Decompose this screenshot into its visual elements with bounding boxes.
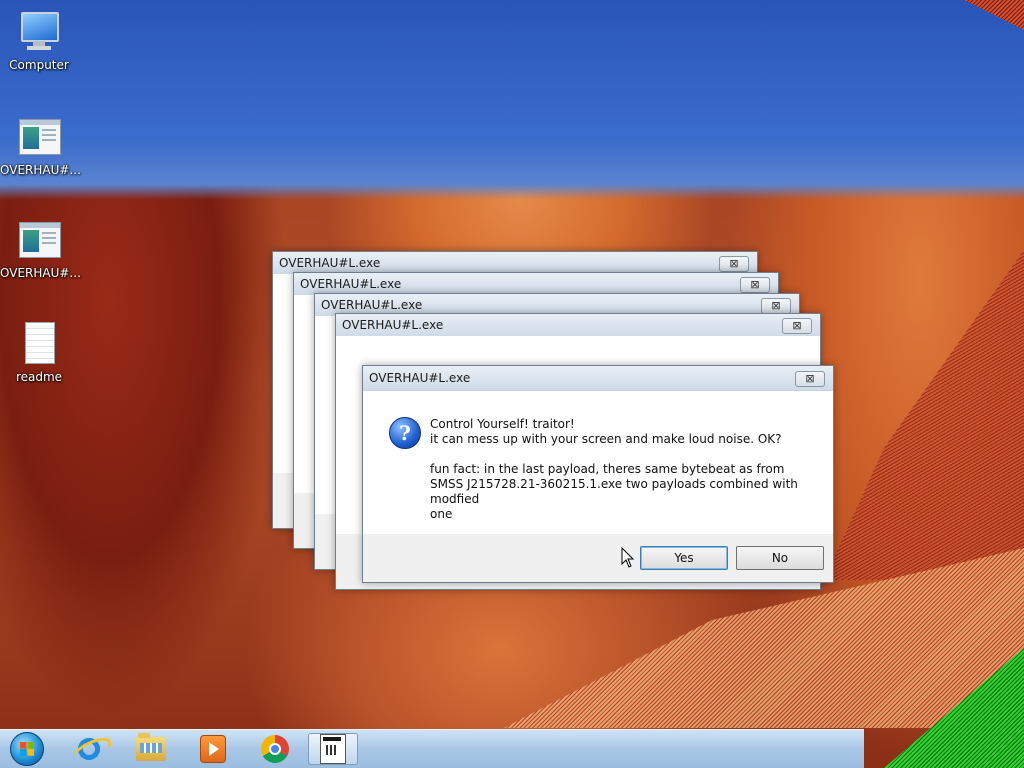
- message-dialog[interactable]: OVERHAU#L.exe ⊠ ? Control Yourself! trai…: [362, 365, 834, 583]
- program-window-icon: [17, 218, 61, 262]
- window-title: OVERHAU#L.exe: [300, 277, 402, 291]
- desktop-icon-label: OVERHAU#...: [0, 163, 81, 177]
- window-titlebar[interactable]: OVERHAU#L.exe ⊠: [336, 314, 820, 336]
- windows-orb-icon: [10, 732, 44, 766]
- message-line: Control Yourself! traitor!: [430, 417, 575, 431]
- glitch-stripes-top: [964, 0, 1024, 30]
- dialog-button-area: Yes No: [363, 534, 833, 578]
- dialog-title: OVERHAU#L.exe: [369, 371, 471, 385]
- window-titlebar[interactable]: OVERHAU#L.exe ⊠: [294, 273, 778, 295]
- taskbar-media-player[interactable]: [188, 733, 238, 765]
- program-window-icon: [17, 115, 61, 159]
- desktop-icon-label: readme: [15, 370, 63, 384]
- desktop-icon-readme[interactable]: readme: [0, 322, 78, 384]
- window-title: OVERHAU#L.exe: [279, 256, 381, 270]
- text-document-icon: [17, 322, 61, 366]
- media-player-icon: [200, 735, 226, 763]
- message-line: it can mess up with your screen and make…: [430, 432, 782, 446]
- no-button[interactable]: No: [736, 546, 824, 570]
- folder-icon: [136, 733, 166, 761]
- yes-button[interactable]: Yes: [640, 546, 728, 570]
- desktop-icon-overhaul-2[interactable]: OVERHAU#...: [0, 218, 81, 280]
- glitch-stripes-right: [824, 250, 1024, 580]
- desktop-icon-label: OVERHAU#...: [0, 266, 81, 280]
- taskbar-internet-explorer[interactable]: [64, 733, 114, 765]
- close-button[interactable]: ⊠: [761, 298, 791, 314]
- desktop-icon-overhaul-1[interactable]: OVERHAU#...: [0, 115, 81, 177]
- computer-icon: [17, 10, 61, 54]
- dialog-message: Control Yourself! traitor! it can mess u…: [430, 417, 813, 522]
- mouse-cursor-icon: [621, 547, 635, 568]
- question-icon: ?: [389, 417, 421, 449]
- fun-fact-line: fun fact: in the last payload, theres sa…: [430, 462, 785, 476]
- taskbar-file-explorer[interactable]: [126, 733, 176, 765]
- close-button[interactable]: ⊠: [795, 371, 825, 387]
- taskbar-overhaul-app[interactable]: [308, 733, 358, 765]
- dialog-titlebar[interactable]: OVERHAU#L.exe ⊠: [363, 366, 833, 390]
- application-icon: [320, 734, 346, 764]
- desktop-icon-computer[interactable]: Computer: [0, 10, 78, 72]
- close-button[interactable]: ⊠: [782, 318, 812, 334]
- internet-explorer-icon: [75, 735, 103, 763]
- start-button[interactable]: [2, 732, 52, 766]
- close-button[interactable]: ⊠: [740, 277, 770, 293]
- fun-fact-line: SMSS J215728.21-360215.1.exe two payload…: [430, 477, 798, 506]
- window-title: OVERHAU#L.exe: [321, 298, 423, 312]
- chrome-icon: [261, 735, 289, 763]
- fun-fact-line: one: [430, 507, 453, 521]
- close-button[interactable]: ⊠: [719, 256, 749, 272]
- taskbar: [0, 729, 864, 768]
- window-title: OVERHAU#L.exe: [342, 318, 444, 332]
- dialog-body: ? Control Yourself! traitor! it can mess…: [363, 390, 833, 534]
- desktop-icon-label: Computer: [9, 58, 69, 72]
- desktop: Computer OVERHAU#... OVERHAU#... readme …: [0, 0, 1024, 768]
- taskbar-chrome[interactable]: [250, 733, 300, 765]
- window-titlebar[interactable]: OVERHAU#L.exe ⊠: [273, 252, 757, 274]
